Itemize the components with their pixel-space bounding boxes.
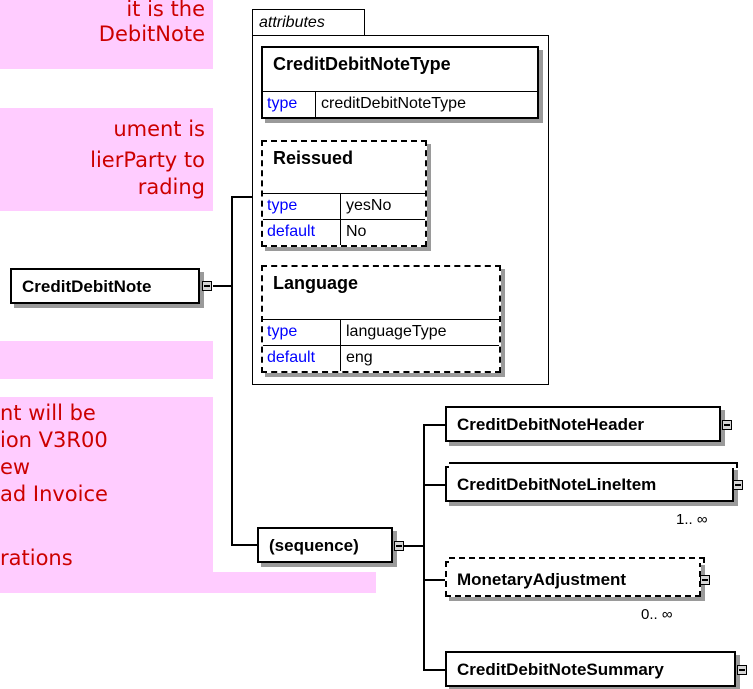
attribute-row: type creditDebitNoteType [263, 92, 537, 117]
attribute-properties: type yesNo default No [263, 193, 425, 245]
child-expand-toggle[interactable] [737, 665, 747, 675]
child-expand-toggle[interactable] [733, 480, 743, 490]
child-element-name: CreditDebitNoteLineItem [457, 475, 657, 494]
attribute-key: type [263, 194, 341, 219]
note-line: it is the [126, 0, 205, 21]
attribute-key: default [263, 220, 341, 245]
attributes-tab: attributes [252, 9, 365, 36]
attribute-row: type yesNo [263, 194, 425, 219]
note-line: nt will be [0, 401, 96, 425]
attributes-label: attributes [259, 14, 325, 31]
child-element-stack-edge [449, 462, 738, 468]
annotation-note-3 [0, 341, 213, 379]
child-element-creditdebitnotesummary[interactable]: CreditDebitNoteSummary [445, 651, 736, 687]
attribute-properties: type creditDebitNoteType [263, 91, 537, 117]
attribute-value: languageType [346, 323, 447, 340]
note-line: ew [0, 455, 31, 479]
attribute-name: CreditDebitNoteType [273, 54, 451, 74]
note-line: ument is [113, 117, 205, 141]
child-element-creditdebitnotelineitem[interactable]: CreditDebitNoteLineItem [445, 466, 734, 502]
child-element-name: MonetaryAdjustment [457, 570, 627, 589]
annotation-note-4-tail [213, 572, 376, 593]
sequence-box[interactable]: (sequence) [257, 527, 393, 563]
child-expand-toggle[interactable] [722, 420, 732, 430]
sequence-branch-line [231, 544, 257, 546]
attribute-value: yesNo [346, 197, 392, 214]
attribute-key: default [263, 346, 341, 371]
sequence-out-line [403, 545, 424, 547]
note-line: lierParty to [90, 148, 205, 172]
child-element-creditdebitnoteheader[interactable]: CreditDebitNoteHeader [445, 406, 721, 442]
attribute-name: Language [273, 273, 359, 293]
child-cardinality: 1.. ∞ [676, 511, 708, 528]
attribute-properties: type languageType default eng [263, 319, 499, 371]
annotation-note-1: it is the DebitNote [0, 0, 213, 69]
attribute-row: default No [263, 219, 425, 245]
annotation-note-4: nt will be ion V3R00 ew ad Invoice ratio… [0, 397, 213, 593]
child-element-monetaryadjustment[interactable]: MonetaryAdjustment [445, 561, 701, 597]
sequence-label: (sequence) [269, 536, 359, 555]
child-expand-toggle[interactable] [700, 575, 710, 585]
child-branch-line-2 [423, 484, 445, 486]
attribute-box-reissued[interactable]: Reissued type yesNo default No [261, 140, 427, 247]
root-element-box[interactable]: CreditDebitNote [10, 268, 200, 304]
child-element-name: CreditDebitNoteHeader [457, 415, 645, 434]
note-line: rading [137, 175, 205, 199]
sequence-collapse-toggle[interactable] [394, 541, 404, 551]
child-branch-line-3 [423, 579, 445, 581]
attribute-box-creditdebitnotetype[interactable]: CreditDebitNoteType type creditDebitNote… [261, 46, 539, 119]
attribute-box-language[interactable]: Language type languageType default eng [261, 265, 501, 373]
child-element-name: CreditDebitNoteSummary [457, 660, 664, 679]
root-connector-line [213, 285, 232, 287]
attribute-key: type [263, 320, 341, 345]
note-line: DebitNote [98, 22, 205, 46]
note-line: ad Invoice [0, 482, 108, 506]
annotation-note-2: ument is lierParty to rading [0, 108, 213, 211]
trunk-vertical-line [231, 196, 233, 545]
attribute-name: Reissued [273, 148, 354, 168]
attribute-value: creditDebitNoteType [321, 95, 466, 112]
note-line: rations [0, 546, 73, 570]
attribute-row: type languageType [263, 320, 499, 345]
child-branch-line-4 [423, 669, 445, 671]
attribute-value: eng [346, 349, 373, 366]
attributes-branch-line [231, 196, 253, 198]
attribute-row: default eng [263, 345, 499, 371]
children-vertical-line [423, 424, 425, 670]
child-cardinality: 0.. ∞ [641, 606, 673, 623]
child-element-stack-edge [449, 557, 705, 563]
attribute-key: type [263, 92, 316, 117]
root-element-name: CreditDebitNote [22, 277, 152, 296]
root-collapse-toggle[interactable] [202, 281, 212, 291]
note-line: ion V3R00 [0, 428, 108, 452]
child-branch-line-1 [423, 424, 445, 426]
attribute-value: No [346, 223, 367, 240]
